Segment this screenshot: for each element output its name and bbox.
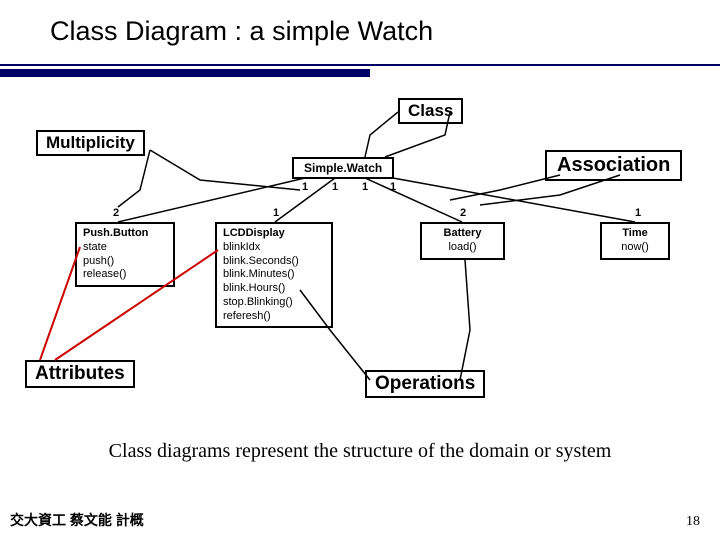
uml-line: state [83, 241, 167, 255]
uml-line: blinkIdx [223, 241, 325, 255]
mult-sw-a: 1 [302, 181, 308, 193]
slide-title: Class Diagram : a simple Watch [0, 0, 720, 55]
uml-line: now() [608, 241, 662, 255]
uml-line: blink.Hours() [223, 282, 325, 296]
uml-line: blink.Minutes() [223, 268, 325, 282]
uml-line: load() [428, 241, 497, 255]
uml-line: stop.Blinking() [223, 296, 325, 310]
label-attributes: Attributes [25, 360, 135, 388]
uml-simplewatch-name: Simple.Watch [304, 161, 382, 175]
uml-line: referesh() [223, 310, 325, 324]
mult-pb: 2 [113, 207, 119, 219]
uml-pushbutton-name: Push.Button [83, 227, 167, 241]
label-operations: Operations [365, 370, 485, 398]
label-class: Class [398, 98, 463, 124]
label-association: Association [545, 150, 682, 181]
uml-battery: Battery load() [420, 222, 505, 260]
mult-bat: 2 [460, 207, 466, 219]
title-underline [0, 64, 720, 77]
uml-time: Time now() [600, 222, 670, 260]
uml-line: release() [83, 268, 167, 282]
mult-sw-c: 1 [362, 181, 368, 193]
uml-lcd: LCDDisplay blinkIdx blink.Seconds() blin… [215, 222, 333, 328]
label-multiplicity: Multiplicity [36, 130, 145, 156]
mult-lcd: 1 [273, 207, 279, 219]
uml-lcd-name: LCDDisplay [223, 227, 325, 241]
footer-text: 交大資工 蔡文能 計概 [10, 510, 144, 530]
slide-caption: Class diagrams represent the structure o… [0, 440, 720, 463]
uml-battery-name: Battery [428, 227, 497, 241]
uml-time-name: Time [608, 227, 662, 241]
uml-pushbutton: Push.Button state push() release() [75, 222, 175, 287]
mult-time: 1 [635, 207, 641, 219]
uml-line: push() [83, 255, 167, 269]
uml-line: blink.Seconds() [223, 255, 325, 269]
mult-sw-b: 1 [332, 181, 338, 193]
uml-simplewatch: Simple.Watch [292, 157, 394, 179]
mult-sw-d: 1 [390, 181, 396, 193]
page-number: 18 [686, 514, 700, 530]
